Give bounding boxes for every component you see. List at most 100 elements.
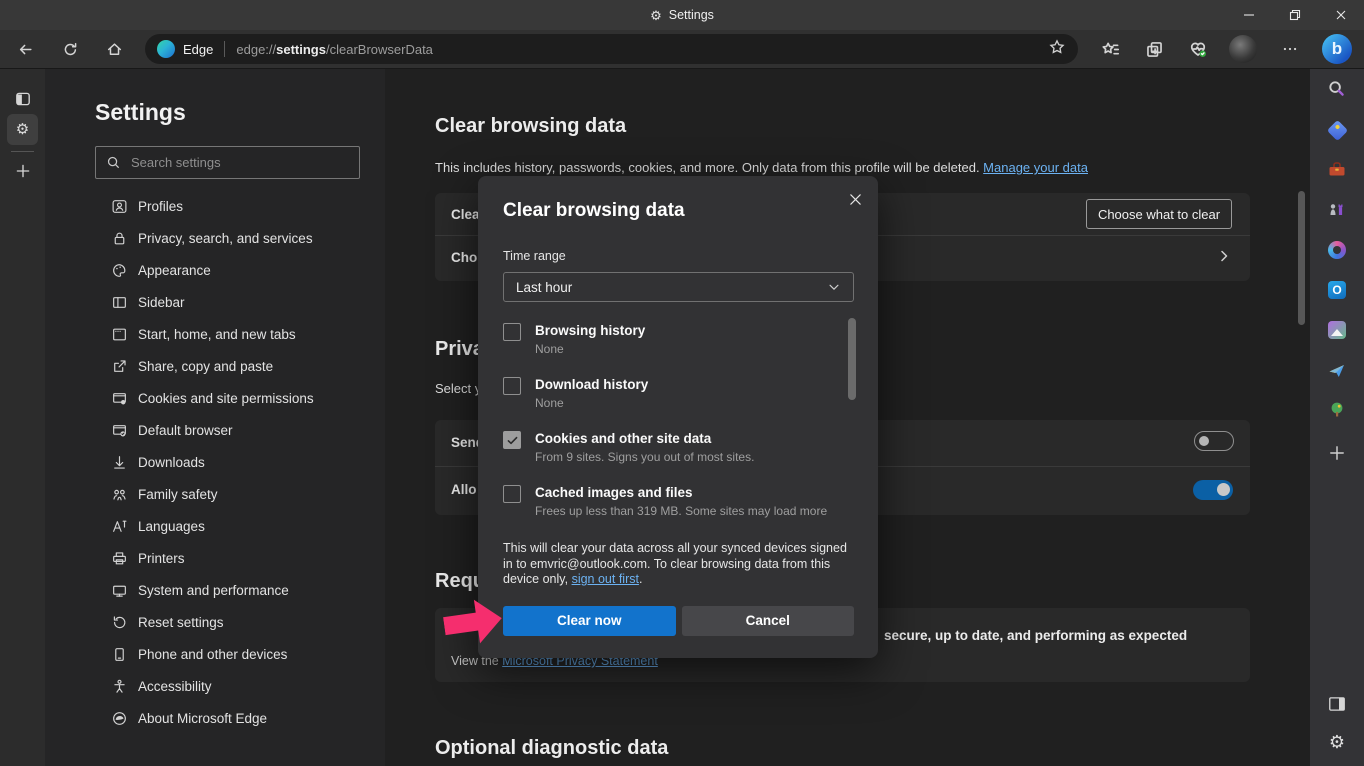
clear-browsing-data-dialog: Clear browsing data Time range Last hour… — [478, 176, 878, 658]
sidebar-item-sidebar[interactable]: Sidebar — [45, 286, 385, 318]
sidebar-item-start-home-tabs[interactable]: Start, home, and new tabs — [45, 318, 385, 350]
sidebar-item-system-performance[interactable]: System and performance — [45, 574, 385, 606]
sidebar-item-about-edge[interactable]: About Microsoft Edge — [45, 702, 385, 734]
annotation-arrow-pointer — [441, 594, 507, 650]
microsoft-365-icon[interactable] — [1323, 236, 1351, 264]
edge-window: ⚙ Settings Edge edge://settings/clearBro… — [0, 0, 1364, 766]
sidebar-panel-icon[interactable] — [1323, 690, 1351, 718]
sidebar-item-share-copy-paste[interactable]: Share, copy and paste — [45, 350, 385, 382]
allow-payment-toggle[interactable] — [1193, 480, 1233, 500]
edge-logo-icon — [157, 40, 175, 58]
titlebar: ⚙ Settings — [0, 0, 1364, 30]
drop-paper-plane-icon[interactable] — [1323, 356, 1351, 384]
gear-icon: ⚙ — [16, 122, 29, 137]
sidebar-item-printers[interactable]: Printers — [45, 542, 385, 574]
dialog-close-icon[interactable] — [842, 186, 868, 212]
outlook-icon[interactable]: O — [1323, 276, 1351, 304]
address-bar[interactable]: Edge edge://settings/clearBrowserData — [145, 34, 1078, 64]
sign-out-first-link[interactable]: sign out first — [572, 572, 639, 586]
palette-icon — [111, 262, 128, 279]
sidebar-search-icon[interactable] — [1323, 75, 1351, 103]
monitor-icon — [111, 582, 128, 599]
refresh-button[interactable] — [55, 34, 85, 64]
minimize-button[interactable] — [1226, 0, 1272, 30]
page-scrollbar-thumb[interactable] — [1298, 191, 1305, 325]
sidebar-item-privacy[interactable]: Privacy, search, and services — [45, 222, 385, 254]
dialog-buttons: Clear now Cancel — [503, 606, 854, 636]
home-button[interactable] — [99, 34, 129, 64]
time-range-select[interactable]: Last hour — [503, 272, 854, 302]
toggle-knob — [1199, 436, 1209, 446]
toggle-knob — [1217, 483, 1230, 496]
sidebar-item-accessibility[interactable]: Accessibility — [45, 670, 385, 702]
cached-images-checkbox[interactable] — [503, 485, 521, 503]
page-description: This includes history, passwords, cookie… — [435, 160, 1088, 175]
sidebar-item-profiles[interactable]: Profiles — [45, 190, 385, 222]
send-dnt-toggle[interactable] — [1194, 431, 1234, 451]
phone-icon — [111, 646, 128, 663]
clear-now-button[interactable]: Clear now — [503, 606, 676, 636]
choose-what-to-clear-button[interactable]: Choose what to clear — [1086, 199, 1232, 229]
browser-essentials-button[interactable] — [1183, 34, 1213, 64]
option-cookies-site-data[interactable]: Cookies and other site dataFrom 9 sites.… — [503, 431, 854, 473]
sidebar-item-phone-devices[interactable]: Phone and other devices — [45, 638, 385, 670]
clear-now-row-label: Clea — [451, 207, 480, 222]
settings-tab-button[interactable]: ⚙ — [7, 114, 38, 145]
collections-button[interactable] — [1139, 34, 1169, 64]
sidebar-item-default-browser[interactable]: Default browser — [45, 414, 385, 446]
dialog-title: Clear browsing data — [503, 200, 854, 222]
window-controls — [1226, 0, 1364, 30]
active-tab[interactable]: ⚙ Settings — [0, 0, 1364, 30]
allow-sites-row-label: Allo — [451, 482, 477, 497]
browsing-history-checkbox[interactable] — [503, 323, 521, 341]
add-favorite-star-icon[interactable] — [1048, 38, 1066, 61]
tab-activity-icon[interactable] — [7, 83, 38, 114]
games-icon[interactable] — [1323, 196, 1351, 224]
option-browsing-history[interactable]: Browsing historyNone — [503, 323, 854, 365]
shopping-icon[interactable] — [1323, 116, 1351, 144]
close-button[interactable] — [1318, 0, 1364, 30]
cancel-button[interactable]: Cancel — [682, 606, 855, 636]
profile-avatar[interactable] — [1229, 35, 1257, 63]
option-download-history[interactable]: Download historyNone — [503, 377, 854, 419]
download-history-checkbox[interactable] — [503, 377, 521, 395]
profiles-icon — [111, 198, 128, 215]
navigation-toolbar: Edge edge://settings/clearBrowserData — [0, 30, 1364, 68]
copilot-button[interactable]: b — [1322, 34, 1352, 64]
search-settings-box[interactable] — [95, 146, 360, 179]
cookies-checkbox[interactable] — [503, 431, 521, 449]
lock-icon — [111, 230, 128, 247]
back-button[interactable] — [10, 34, 40, 64]
tools-icon[interactable] — [1323, 156, 1351, 184]
designer-icon[interactable] — [1323, 316, 1351, 344]
restore-button[interactable] — [1272, 0, 1318, 30]
favorites-button[interactable] — [1095, 34, 1125, 64]
sidebar-item-downloads[interactable]: Downloads — [45, 446, 385, 478]
search-settings-input[interactable] — [131, 155, 349, 170]
more-menu-button[interactable] — [1275, 34, 1305, 64]
settings-sidebar: Settings Profiles Privacy, search, and s… — [45, 69, 385, 766]
choose-row-label: Cho — [451, 250, 477, 265]
new-tab-button[interactable] — [7, 155, 38, 186]
optional-diagnostic-heading: Optional diagnostic data — [435, 737, 668, 760]
search-icon — [106, 155, 121, 170]
tree-icon[interactable] — [1323, 396, 1351, 424]
option-cached-images[interactable]: Cached images and filesFrees up less tha… — [503, 485, 854, 527]
sidebar-item-cookies-permissions[interactable]: Cookies and site permissions — [45, 382, 385, 414]
dialog-scrollbar-thumb[interactable] — [848, 318, 856, 400]
settings-tab-gear-icon: ⚙ — [650, 9, 662, 22]
sidebar-item-reset-settings[interactable]: Reset settings — [45, 606, 385, 638]
sidebar-settings-gear-icon[interactable]: ⚙ — [1323, 728, 1351, 756]
time-range-value: Last hour — [516, 280, 572, 295]
sidebar-item-languages[interactable]: Languages — [45, 510, 385, 542]
url-text: edge://settings/clearBrowserData — [236, 42, 433, 57]
clear-options-list: Browsing historyNone Download historyNon… — [503, 323, 854, 527]
manage-your-data-link[interactable]: Manage your data — [983, 160, 1088, 175]
sidebar-item-family-safety[interactable]: Family safety — [45, 478, 385, 510]
download-icon — [111, 454, 128, 471]
chevron-right-icon[interactable] — [1216, 248, 1232, 269]
sync-warning-text: This will clear your data across all you… — [503, 541, 855, 588]
sidebar-item-appearance[interactable]: Appearance — [45, 254, 385, 286]
accessibility-icon — [111, 678, 128, 695]
customize-sidebar-plus-icon[interactable] — [1323, 439, 1351, 467]
